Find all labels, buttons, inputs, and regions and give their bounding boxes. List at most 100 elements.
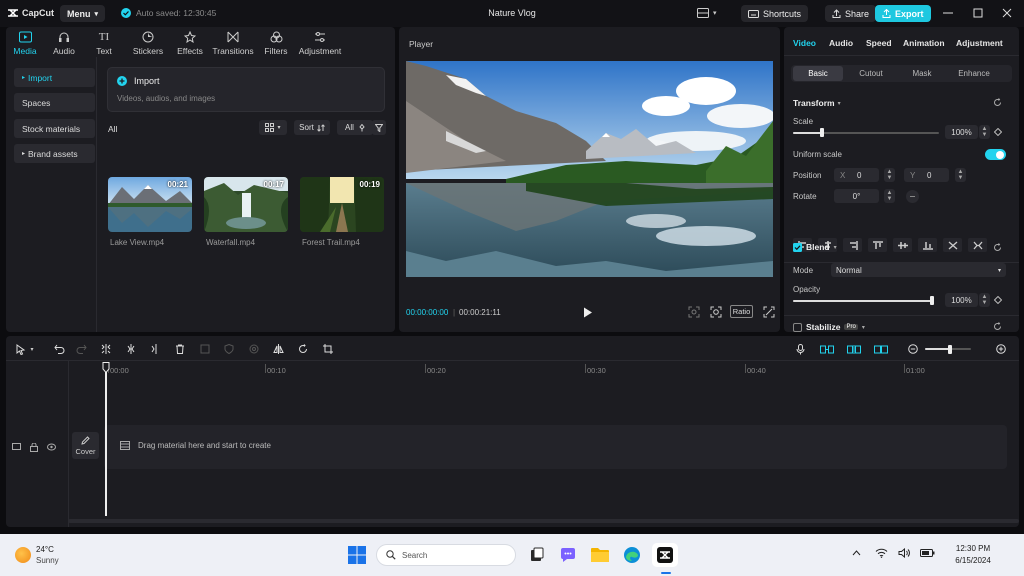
stabilize-section-header[interactable]: Stabilize Pro ▾ [793, 322, 865, 332]
video-preview[interactable] [406, 61, 773, 277]
record-audio-button[interactable] [793, 342, 807, 356]
ratio-button[interactable]: Ratio [730, 305, 753, 318]
chat-app-button[interactable] [557, 544, 579, 566]
sidebar-item-stock-materials[interactable]: Stock materials [14, 119, 95, 138]
subtab-enhance[interactable]: Enhance [949, 66, 999, 81]
close-button[interactable] [1001, 8, 1013, 18]
delete-button[interactable] [173, 342, 187, 356]
zoom-slider[interactable] [925, 343, 971, 355]
keyframe-button[interactable] [994, 296, 1002, 304]
transform-section-header[interactable]: Transform ▾ [793, 98, 841, 108]
split-button[interactable] [99, 342, 113, 356]
position-y-stepper[interactable]: ▲ ▼ [955, 168, 966, 182]
sidebar-item-brand-assets[interactable]: ▸ Brand assets [14, 144, 95, 163]
main-track-dropzone[interactable]: Drag material here and start to create [104, 425, 1007, 469]
linkage-button[interactable] [873, 342, 889, 356]
flip-horizontal-button[interactable] [943, 238, 962, 252]
view-toggle-button[interactable]: ▾ [259, 120, 287, 135]
auto-snapping-button[interactable] [846, 342, 862, 356]
tab-filters[interactable]: Filters [260, 31, 292, 56]
import-dropzone[interactable]: Import Videos, audios, and images [107, 67, 385, 112]
select-tool-dropdown[interactable]: ▾ [28, 342, 36, 356]
tab-animation[interactable]: Animation [903, 38, 945, 48]
freeze-button[interactable] [198, 342, 212, 356]
menu-button[interactable]: Menu ▾ [60, 5, 106, 22]
maximize-button[interactable] [972, 8, 984, 18]
reset-blend-button[interactable] [993, 243, 1002, 252]
subtab-mask[interactable]: Mask [897, 66, 947, 81]
rotate-button[interactable] [296, 342, 310, 356]
scale-slider[interactable] [793, 126, 939, 140]
reset-stabilize-button[interactable] [993, 322, 1002, 332]
rotate-stepper[interactable]: ▲ ▼ [884, 189, 895, 203]
scale-input[interactable]: 100% [945, 125, 978, 139]
media-item-waterfall[interactable]: 00:17 [204, 177, 288, 232]
align-center-v-button[interactable] [893, 238, 912, 252]
snapshot-button[interactable] [710, 306, 722, 318]
minimize-button[interactable] [942, 8, 954, 18]
tab-stickers[interactable]: Stickers [130, 31, 166, 56]
zoom-out-button[interactable] [906, 342, 920, 356]
tab-audio[interactable]: Audio [829, 38, 853, 48]
subtab-cutout[interactable]: Cutout [846, 66, 896, 81]
task-view-button[interactable] [525, 544, 547, 566]
reset-transform-button[interactable] [993, 98, 1002, 107]
uniform-scale-toggle[interactable] [985, 149, 1006, 160]
slider-handle[interactable] [930, 296, 934, 305]
clock-date[interactable]: 6/15/2024 [948, 556, 998, 565]
edge-browser-button[interactable] [621, 544, 643, 566]
split-left-button[interactable] [124, 342, 138, 356]
scale-stepper[interactable]: ▲ ▼ [979, 125, 990, 139]
media-item-lake-view[interactable]: 00:21 [108, 177, 192, 232]
file-explorer-button[interactable] [589, 544, 611, 566]
undo-button[interactable] [52, 342, 66, 356]
sidebar-item-import[interactable]: ▸ Import [14, 68, 95, 87]
play-button[interactable] [583, 307, 593, 318]
tab-adjustment[interactable]: Adjustment [294, 31, 346, 56]
mirror-button[interactable] [271, 342, 285, 356]
keyframe-button[interactable] [994, 128, 1002, 136]
slider-handle[interactable] [820, 128, 824, 137]
sort-button[interactable]: Sort [294, 120, 330, 135]
zoom-in-button[interactable] [994, 342, 1008, 356]
tab-effects[interactable]: Effects [174, 31, 206, 56]
opacity-input[interactable]: 100% [945, 293, 978, 307]
align-bottom-button[interactable] [918, 238, 937, 252]
shield-button[interactable] [222, 342, 236, 356]
cover-button[interactable]: Cover [72, 432, 99, 459]
reverse-button[interactable] [247, 342, 261, 356]
slider-handle[interactable] [948, 344, 952, 354]
layout-button[interactable]: ▾ [697, 8, 717, 18]
position-y-input[interactable]: Y 0 [904, 168, 949, 182]
filter-dropdown[interactable]: All [337, 120, 373, 135]
start-button[interactable] [346, 544, 368, 566]
battery-button[interactable] [920, 549, 935, 557]
opacity-slider[interactable] [793, 294, 934, 308]
select-tool-button[interactable] [14, 342, 28, 356]
tab-media[interactable]: Media [13, 31, 37, 56]
tab-speed[interactable]: Speed [866, 38, 892, 48]
split-right-button[interactable] [148, 342, 162, 356]
position-x-stepper[interactable]: ▲ ▼ [884, 168, 895, 182]
align-top-button[interactable] [868, 238, 887, 252]
rotate-input[interactable]: 0° [834, 189, 879, 203]
track-hide-button[interactable] [47, 443, 56, 451]
taskbar-search[interactable]: Search [376, 544, 516, 566]
volume-button[interactable] [898, 548, 911, 558]
tab-transitions[interactable]: Transitions [212, 31, 254, 56]
subtab-basic[interactable]: Basic [793, 66, 843, 81]
fullscreen-button[interactable] [763, 306, 775, 318]
position-x-input[interactable]: X 0 [834, 168, 879, 182]
blend-mode-select[interactable]: Normal ▾ [831, 263, 1006, 277]
export-button[interactable]: Export [875, 5, 931, 22]
fit-button[interactable] [968, 238, 987, 252]
tab-adjustment[interactable]: Adjustment [956, 38, 1003, 48]
sidebar-item-spaces[interactable]: Spaces [14, 93, 95, 112]
main-track-magnet-button[interactable] [819, 342, 835, 356]
share-button[interactable]: Share [825, 5, 877, 22]
filter-button[interactable] [372, 120, 386, 135]
opacity-stepper[interactable]: ▲ ▼ [979, 293, 990, 307]
align-right-button[interactable] [843, 238, 862, 252]
rotate-dial[interactable] [906, 190, 919, 203]
redo-button[interactable] [74, 342, 88, 356]
